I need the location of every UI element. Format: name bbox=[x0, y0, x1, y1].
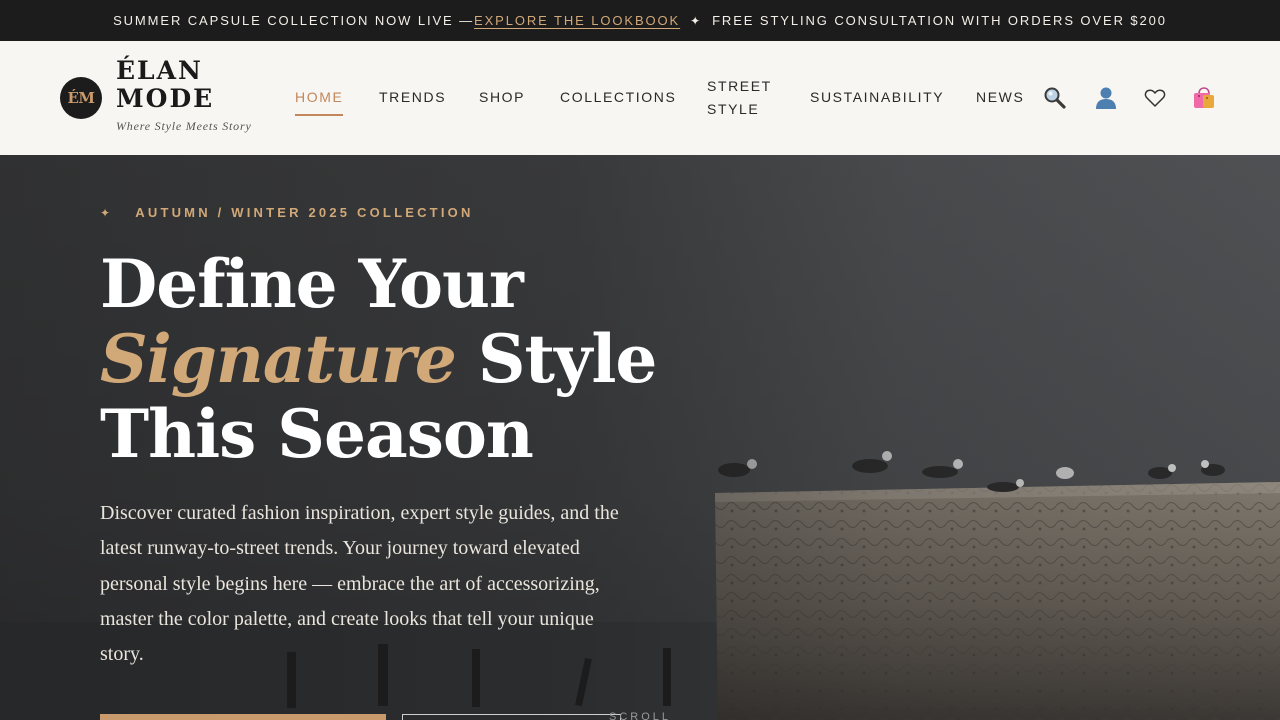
headline-accent: Signature bbox=[100, 320, 457, 398]
logo-name-line-1: ÉLAN bbox=[116, 56, 203, 85]
collection-eyebrow-text: AUTUMN / WINTER 2025 COLLECTION bbox=[135, 205, 474, 220]
scroll-indicator[interactable]: SCROLL bbox=[609, 711, 671, 720]
headline-line-2-rest: Style bbox=[455, 320, 658, 398]
nav-trends[interactable]: TRENDS bbox=[379, 86, 446, 109]
brand-tagline: Where Style Meets Story bbox=[116, 119, 252, 133]
announcement-bar: SUMMER CAPSULE COLLECTION NOW LIVE — EXP… bbox=[0, 0, 1280, 41]
shopping-bag-icon[interactable] bbox=[1191, 85, 1217, 111]
collection-eyebrow: ✦ AUTUMN / WINTER 2025 COLLECTION bbox=[100, 205, 474, 220]
sparkle-icon: ✦ bbox=[100, 206, 114, 220]
nav-street-style[interactable]: STREET STYLE bbox=[707, 75, 772, 121]
headline-line-2: Signature Style bbox=[100, 320, 658, 398]
site-header: ÉM ÉLAN MODE Where Style Meets Story HOM… bbox=[0, 41, 1280, 155]
account-icon[interactable] bbox=[1093, 85, 1119, 111]
nav-shop[interactable]: SHOP bbox=[479, 86, 525, 109]
announcement-promo-text: FREE STYLING CONSULTATION WITH ORDERS OV… bbox=[712, 13, 1167, 28]
headline-line-1: Define Your bbox=[100, 245, 524, 323]
search-icon[interactable] bbox=[1042, 85, 1068, 111]
hero-description: Discover curated fashion inspiration, ex… bbox=[100, 502, 619, 666]
logo-wordmark[interactable]: ÉLAN MODE bbox=[116, 57, 214, 113]
hero-section: ✦ AUTUMN / WINTER 2025 COLLECTION Define … bbox=[0, 155, 1280, 720]
primary-cta-button[interactable] bbox=[100, 714, 386, 720]
logo-monogram[interactable]: ÉM bbox=[60, 77, 102, 119]
lookbook-link[interactable]: EXPLORE THE LOOKBOOK bbox=[474, 13, 680, 28]
nav-street-style-line-2: STYLE bbox=[707, 101, 760, 117]
secondary-cta-button[interactable] bbox=[402, 714, 621, 720]
headline-line-3: This Season bbox=[100, 395, 534, 473]
wishlist-heart-icon[interactable] bbox=[1142, 85, 1168, 111]
announcement-text: SUMMER CAPSULE COLLECTION NOW LIVE — bbox=[113, 13, 475, 28]
nav-news[interactable]: NEWS bbox=[976, 86, 1024, 109]
hero-headline: Define Your Signature Style This Season bbox=[100, 245, 658, 473]
nav-street-style-line-1: STREET bbox=[707, 78, 772, 94]
nav-home[interactable]: HOME bbox=[295, 86, 344, 116]
nav-collections[interactable]: COLLECTIONS bbox=[560, 86, 676, 109]
logo-name-line-2: MODE bbox=[116, 84, 215, 113]
nav-sustainability[interactable]: SUSTAINABILITY bbox=[810, 86, 944, 109]
announcement-separator: ✦ bbox=[690, 13, 703, 28]
